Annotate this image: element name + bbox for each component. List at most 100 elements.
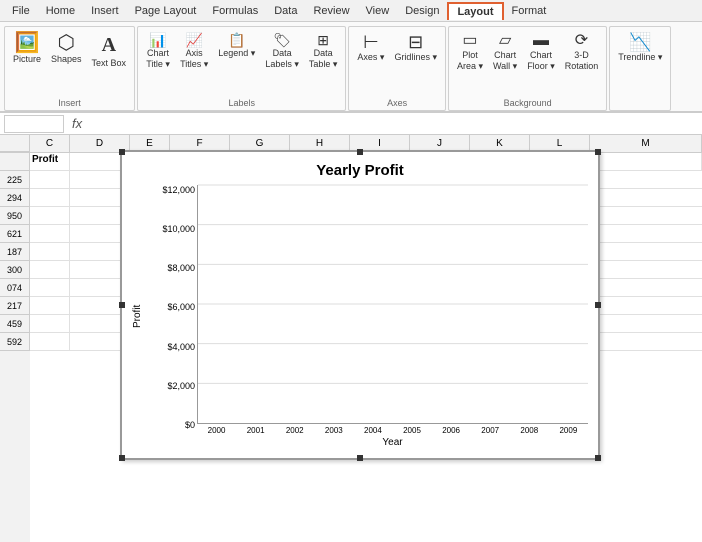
x-tick-2005: 2005	[392, 426, 431, 435]
chart-title: Yearly Profit	[132, 162, 588, 179]
grid-cell[interactable]	[590, 153, 702, 171]
ribbon-group-insert: 🖼️ Picture ⬡ Shapes A Text Box Insert	[4, 26, 135, 111]
menu-view[interactable]: View	[358, 3, 398, 19]
y-tick-8000: $8,000	[167, 263, 195, 273]
chart-handle-ml[interactable]	[119, 302, 125, 308]
chart-title-label: ChartTitle ▾	[146, 48, 170, 70]
y-tick-4000: $4,000	[167, 342, 195, 352]
x-tick-2007: 2007	[471, 426, 510, 435]
3d-rotation-icon: ⟳	[575, 33, 588, 49]
data-table-icon: ⊞	[317, 33, 329, 47]
chart-handle-bl[interactable]	[119, 455, 125, 461]
group-axes-label: Axes	[349, 98, 445, 108]
x-tick-2001: 2001	[236, 426, 275, 435]
row-header-187: 187	[0, 243, 30, 261]
menu-home[interactable]: Home	[38, 3, 83, 19]
menu-layout[interactable]: Layout	[447, 2, 503, 20]
y-tick-6000: $6,000	[167, 302, 195, 312]
legend-icon: 📋	[228, 33, 245, 47]
menu-page-layout[interactable]: Page Layout	[127, 3, 205, 19]
data-labels-icon: 🏷	[273, 33, 291, 47]
chart-handle-tl[interactable]	[119, 153, 125, 155]
trendline-icon: 📉	[629, 33, 651, 51]
col-header-m: M	[590, 135, 702, 152]
ribbon-btn-chart-floor[interactable]: ▬ ChartFloor ▾	[523, 31, 559, 74]
menu-file[interactable]: File	[4, 3, 38, 19]
formula-bar: fx	[0, 113, 702, 135]
menu-data[interactable]: Data	[266, 3, 305, 19]
ribbon-group-trendline: 📉 Trendline ▾	[609, 26, 671, 111]
grid-cell[interactable]	[30, 207, 70, 225]
ribbon-btn-chart-title[interactable]: 📊 ChartTitle ▾	[142, 31, 174, 72]
chart-plot-area	[197, 185, 588, 424]
name-box[interactable]	[4, 115, 64, 133]
col-header-c: C	[30, 135, 70, 152]
chart-handle-tr[interactable]	[595, 153, 601, 155]
group-labels-label: Labels	[138, 98, 345, 108]
grid-cell[interactable]	[30, 333, 70, 351]
ribbon-btn-trendline[interactable]: 📉 Trendline ▾	[614, 31, 666, 65]
chart-handle-br[interactable]	[595, 455, 601, 461]
ribbon-btn-axes[interactable]: ⊢ Axes ▾	[353, 31, 388, 65]
spreadsheet-area: C D E F G H I J K L M 225 294 950 621 18…	[0, 135, 702, 542]
chart-container[interactable]: Yearly Profit Profit $12,000 $10,000 $8,…	[120, 153, 600, 460]
chart-handle-mr[interactable]	[595, 302, 601, 308]
textbox-icon: A	[102, 33, 116, 57]
chart-handle-bm[interactable]	[357, 455, 363, 461]
grid-cell[interactable]	[30, 225, 70, 243]
picture-icon: 🖼️	[15, 33, 40, 53]
ribbon-btn-data-labels[interactable]: 🏷 DataLabels ▾	[261, 31, 303, 72]
row-header-300: 300	[0, 261, 30, 279]
gridlines-label: Gridlines ▾	[394, 52, 437, 63]
ribbon-btn-chart-wall[interactable]: ▱ ChartWall ▾	[489, 31, 521, 74]
menu-bar: File Home Insert Page Layout Formulas Da…	[0, 0, 702, 22]
grid-cell[interactable]	[30, 261, 70, 279]
menu-review[interactable]: Review	[305, 3, 357, 19]
y-tick-0: $0	[185, 420, 195, 430]
sheet-body: 225 294 950 621 187 300 074 217 459 592 …	[0, 153, 702, 542]
ribbon-btn-shapes[interactable]: ⬡ Shapes	[47, 31, 86, 67]
ribbon-btn-picture[interactable]: 🖼️ Picture	[9, 31, 45, 67]
x-tick-2008: 2008	[510, 426, 549, 435]
chart-title-icon: 📊	[149, 33, 166, 47]
formula-input[interactable]	[90, 118, 698, 130]
x-tick-2006: 2006	[432, 426, 471, 435]
axes-icon: ⊢	[363, 33, 379, 51]
grid-cell[interactable]	[30, 297, 70, 315]
ribbon-btn-data-table[interactable]: ⊞ DataTable ▾	[305, 31, 342, 72]
chart-handle-tm[interactable]	[357, 153, 363, 155]
menu-insert[interactable]: Insert	[83, 3, 127, 19]
ribbon-btn-legend[interactable]: 📋 Legend ▾	[214, 31, 259, 61]
grid-cell[interactable]	[30, 315, 70, 333]
menu-design[interactable]: Design	[397, 3, 447, 19]
y-axis-ticks: $12,000 $10,000 $8,000 $6,000 $4,000 $2,…	[145, 185, 195, 448]
row-header-621: 621	[0, 225, 30, 243]
x-tick-2000: 2000	[197, 426, 236, 435]
x-axis-label: Year	[197, 437, 588, 448]
ribbon-btn-axis-titles[interactable]: 📈 AxisTitles ▾	[176, 31, 212, 72]
y-tick-2000: $2,000	[167, 381, 195, 391]
menu-formulas[interactable]: Formulas	[204, 3, 266, 19]
ribbon-btn-gridlines[interactable]: ⊟ Gridlines ▾	[390, 31, 441, 65]
x-axis-ticks: 2000 2001 2002 2003 2004 2005 2006 2007 …	[197, 424, 588, 435]
ribbon-btn-textbox[interactable]: A Text Box	[88, 31, 131, 71]
data-labels-label: DataLabels ▾	[265, 48, 299, 70]
grid-cell[interactable]	[30, 171, 70, 189]
row-header-217: 217	[0, 297, 30, 315]
ribbon-btn-plot-area[interactable]: ▭ PlotArea ▾	[453, 31, 487, 74]
ribbon: 🖼️ Picture ⬡ Shapes A Text Box Insert 📊	[0, 22, 702, 113]
grid-cell[interactable]: Profit	[30, 153, 70, 171]
menu-format[interactable]: Format	[504, 3, 555, 19]
ribbon-btn-3d-rotation[interactable]: ⟳ 3-DRotation	[561, 31, 603, 74]
grid-cell[interactable]	[30, 279, 70, 297]
plot-area-icon: ▭	[462, 33, 477, 49]
axes-label: Axes ▾	[357, 52, 384, 63]
row-header-074: 074	[0, 279, 30, 297]
y-tick-12000: $12,000	[162, 185, 195, 195]
grid-cell[interactable]	[30, 189, 70, 207]
grid-cell[interactable]	[30, 243, 70, 261]
group-background-label: Background	[449, 98, 606, 108]
chart-svg	[198, 185, 588, 423]
row-header-950: 950	[0, 207, 30, 225]
ribbon-group-labels: 📊 ChartTitle ▾ 📈 AxisTitles ▾ 📋 Legend ▾…	[137, 26, 346, 111]
